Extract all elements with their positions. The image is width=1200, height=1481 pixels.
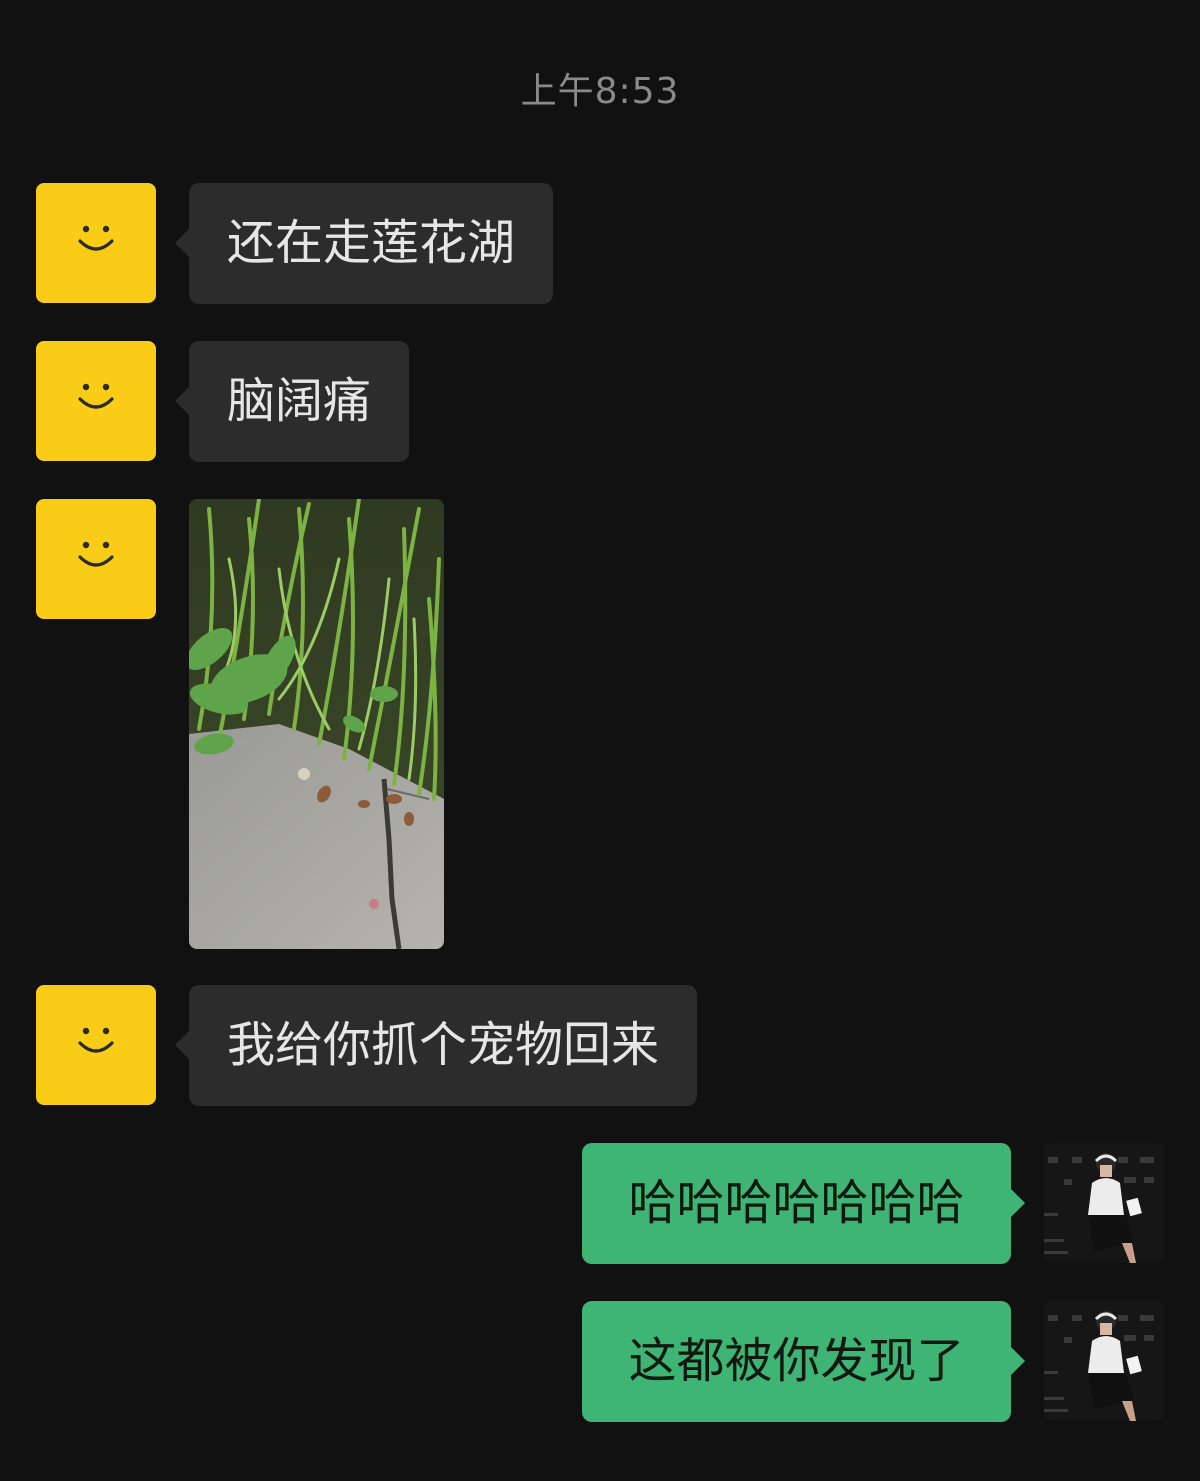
message-row: 还在走莲花湖 — [0, 183, 1200, 304]
message-row: 我给你抓个宠物回来 — [0, 985, 1200, 1106]
user-photo-avatar — [1044, 1143, 1164, 1263]
message-row: 这都被你发现了 — [0, 1301, 1200, 1422]
chat-view: 上午8:53 还在走莲花湖 脑阔痛 我给你抓个宠物回来 哈哈哈哈哈哈哈 这都被你… — [0, 0, 1200, 1481]
message-row: 脑阔痛 — [0, 341, 1200, 462]
self-avatar[interactable] — [1044, 1143, 1164, 1263]
contact-avatar[interactable] — [36, 183, 156, 303]
message-bubble-sent[interactable]: 哈哈哈哈哈哈哈 — [582, 1143, 1025, 1264]
smiley-face-icon — [78, 1027, 114, 1053]
image-message[interactable] — [189, 499, 444, 949]
message-bubble-received[interactable]: 还在走莲花湖 — [174, 183, 554, 304]
message-timestamp: 上午8:53 — [520, 71, 680, 112]
contact-avatar[interactable] — [36, 341, 156, 461]
grass-and-pavement-photo — [189, 499, 444, 949]
self-avatar[interactable] — [1044, 1301, 1164, 1421]
smiley-face-icon — [78, 383, 114, 409]
smiley-face-icon — [78, 541, 114, 567]
message-bubble-received[interactable]: 脑阔痛 — [174, 341, 410, 462]
smiley-face-icon — [78, 225, 114, 251]
message-row: 哈哈哈哈哈哈哈 — [0, 1143, 1200, 1264]
message-bubble-received[interactable]: 我给你抓个宠物回来 — [174, 985, 698, 1106]
contact-avatar[interactable] — [36, 985, 156, 1105]
user-photo-avatar — [1044, 1301, 1164, 1421]
message-bubble-sent[interactable]: 这都被你发现了 — [582, 1301, 1025, 1422]
contact-avatar[interactable] — [36, 499, 156, 619]
message-row — [0, 499, 1200, 949]
